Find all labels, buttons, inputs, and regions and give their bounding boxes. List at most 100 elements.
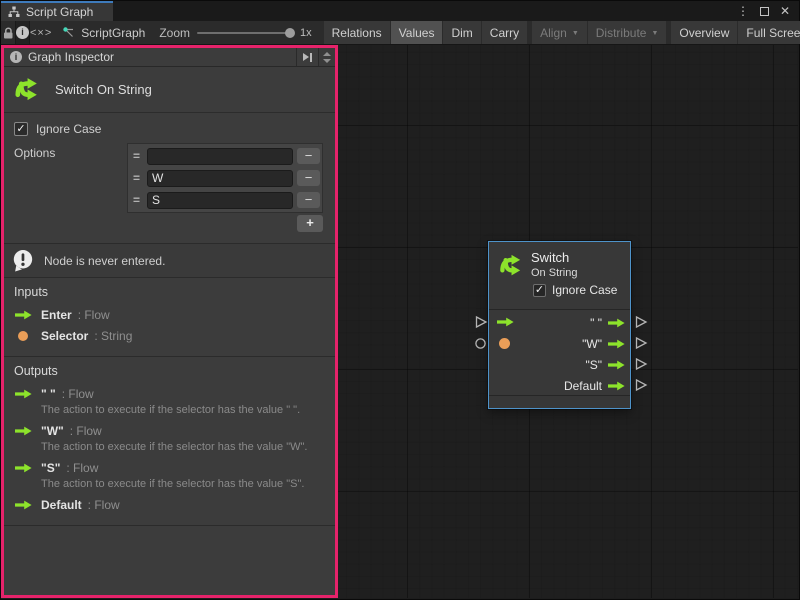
option-row: = − [130,167,320,189]
outputs-header: Outputs [14,364,325,378]
overview-button[interactable]: Overview [671,21,737,44]
carry-button[interactable]: Carry [482,21,527,44]
zoom-value: 1x [300,27,312,39]
scroll-up-icon[interactable] [323,52,331,56]
output-label-default: Default [564,379,602,393]
option-input-2[interactable] [147,192,293,209]
drag-handle-icon[interactable]: = [130,193,143,207]
flow-arrow-icon [15,310,32,320]
graph-name: ScriptGraph [81,26,145,40]
inspector-toggle-button[interactable]: i [15,21,30,44]
enter-connector-icon[interactable] [474,315,488,329]
code-preview-button[interactable]: <×> [30,21,52,44]
inputs-header: Inputs [14,285,325,299]
remove-option-button[interactable]: − [297,170,320,186]
node-title: Switch [531,250,569,265]
flow-arrow-icon[interactable] [608,318,625,328]
drag-handle-icon[interactable]: = [130,149,143,163]
warning-text: Node is never entered. [44,254,165,268]
panel-scroll-spinner[interactable] [318,48,335,66]
inspector-header: i Graph Inspector [4,48,335,67]
port-type: : Flow [88,498,120,512]
zoom-label: Zoom [159,26,190,40]
input-port-row: Selector : String [14,329,325,343]
align-button[interactable]: Align ▼ [532,21,587,44]
graph-toolbar: i <×> ScriptGraph Zoom 1x Relations Valu… [1,21,799,45]
add-option-button[interactable]: + [297,215,323,232]
ignore-case-checkbox[interactable]: ✓ [14,122,28,136]
hierarchy-icon [8,6,20,18]
distribute-button[interactable]: Distribute ▼ [588,21,667,44]
string-port-icon [18,331,28,341]
window-controls: ⋮ ✕ [737,1,799,21]
option-input-1[interactable] [147,170,293,187]
output-connector-icon[interactable] [634,378,648,392]
graph-reference[interactable]: ScriptGraph [52,21,159,44]
port-name: "W" [41,424,64,438]
output-port-row: Default : Flow [14,498,325,512]
zoom-control: Zoom 1x [159,21,319,44]
output-port-row: "S" : Flow [14,461,325,475]
zoom-slider-handle[interactable] [285,28,295,38]
align-label: Align [540,26,567,40]
window-menu-icon[interactable]: ⋮ [737,5,749,17]
port-description: The action to execute if the selector ha… [41,404,325,417]
node-inspector-title-row: Switch On String [4,67,335,113]
option-input-0[interactable] [147,148,293,165]
graph-canvas[interactable]: Switch On String ✓ Ignore Case " " "W" [338,45,798,598]
selector-port-icon[interactable] [499,338,510,349]
node-ignore-case-checkbox[interactable]: ✓ [533,284,546,297]
flow-arrow-icon[interactable] [608,381,625,391]
flow-arrow-icon[interactable] [608,339,625,349]
script-graph-icon [62,26,75,39]
port-name: Default [41,498,82,512]
relations-button[interactable]: Relations [324,21,390,44]
dock-button[interactable] [296,48,318,66]
warning-bar: Node is never entered. [4,243,335,278]
flow-arrow-icon [15,426,32,436]
enter-port-icon[interactable] [497,317,514,327]
node-ignore-case-label: Ignore Case [552,283,617,297]
options-list: = − = − = − [127,143,323,213]
tab-script-graph[interactable]: Script Graph [1,1,113,21]
options-label: Options [14,143,55,160]
node-footer [489,395,630,408]
switch-node-header[interactable]: Switch On String ✓ Ignore Case [489,242,630,309]
remove-option-button[interactable]: − [297,148,320,164]
maximize-icon[interactable] [760,7,769,16]
output-connector-icon[interactable] [634,315,648,329]
inputs-section: Inputs Enter : Flow Selector : String [4,278,335,356]
zoom-slider[interactable] [197,32,293,34]
scroll-down-icon[interactable] [323,59,331,63]
close-icon[interactable]: ✕ [780,5,790,17]
drag-handle-icon[interactable]: = [130,171,143,185]
flow-arrow-icon[interactable] [608,360,625,370]
remove-option-button[interactable]: − [297,192,320,208]
switch-node[interactable]: Switch On String ✓ Ignore Case " " "W" [488,241,631,409]
inspector-properties: ✓ Ignore Case Options = − = [4,113,335,243]
dock-icon [303,53,309,61]
toolbar-buttons: Relations Values Dim Carry [324,21,529,44]
section-divider [4,525,335,526]
output-connector-icon[interactable] [634,357,648,371]
lock-button[interactable] [1,21,15,44]
selector-connector-icon[interactable] [474,337,487,350]
input-port-row: Enter : Flow [14,308,325,322]
port-type: : Flow [70,424,102,438]
lock-icon [1,26,15,40]
inspector-node-title: Switch On String [55,82,152,97]
node-subtitle: On String [531,267,577,279]
chevron-down-icon: ▼ [651,30,658,37]
port-description: The action to execute if the selector ha… [41,478,325,491]
values-button[interactable]: Values [391,21,443,44]
view-buttons: Overview Full Screen [671,21,800,44]
output-port-row: " " : Flow [14,387,325,401]
output-connector-icon[interactable] [634,336,648,350]
dim-button[interactable]: Dim [443,21,480,44]
chevron-down-icon: ▼ [572,30,579,37]
port-type: : Flow [62,387,94,401]
info-icon: i [16,26,29,39]
port-type: : Flow [78,308,110,322]
fullscreen-button[interactable]: Full Screen [738,21,800,44]
info-icon: i [10,51,22,63]
